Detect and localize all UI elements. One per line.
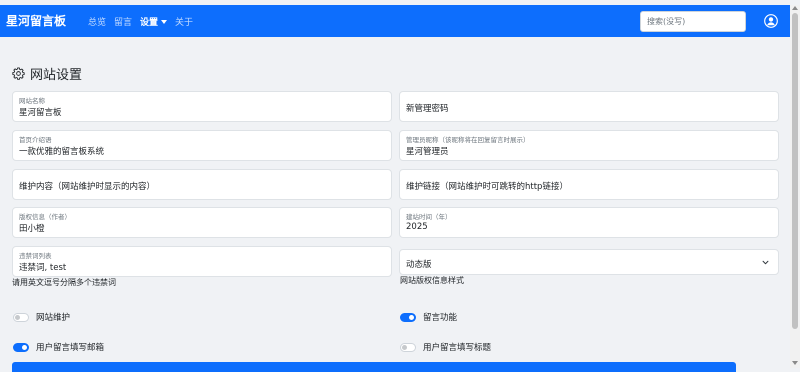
scroll-up-icon[interactable] [792, 6, 798, 10]
comment-enabled-switch[interactable] [400, 312, 416, 322]
site-name-label: 网站名称 [19, 97, 45, 105]
site-maintenance-switch[interactable] [13, 312, 29, 322]
maintenance-link-field[interactable]: 维护链接（网站维护时可跳转的http链接） [399, 169, 779, 200]
banned-words-help: 请用英文逗号分隔多个违禁词 [12, 278, 116, 287]
copyright-label: 版权信息（作者） [19, 213, 71, 221]
home-intro-field[interactable]: 首页介绍语 一款优雅的留言板系统 [12, 130, 392, 161]
site-name-field[interactable]: 网站名称 星河留言板 [12, 91, 392, 122]
require-email-label: 用户留言填写邮箱 [36, 343, 105, 353]
scrollbar-thumb[interactable] [792, 13, 798, 329]
maintenance-link-placeholder: 维护链接（网站维护时可跳转的http链接） [406, 182, 568, 192]
nav-link-overview[interactable]: 总览 [88, 15, 106, 28]
copyright-style-help: 网站版权信息样式 [400, 276, 464, 285]
switch-knob [15, 314, 20, 320]
top-navbar: 星河留言板 总览 留言 设置 关于 [0, 5, 790, 37]
switch-knob [22, 344, 27, 350]
require-title-switch[interactable] [400, 342, 416, 352]
maintenance-content-field[interactable]: 维护内容（网站维护时显示的内容） [12, 169, 392, 200]
copyright-style-select[interactable]: 动态版 [399, 249, 779, 275]
switch-knob [409, 314, 414, 320]
save-settings-button[interactable] [12, 362, 736, 372]
home-intro-label: 首页介绍语 [19, 136, 52, 144]
search-input[interactable] [640, 11, 746, 32]
comment-enabled-toggle-row: 留言功能 [400, 311, 457, 323]
nav-link-settings-label: 设置 [140, 18, 159, 28]
comment-enabled-label: 留言功能 [423, 313, 458, 323]
require-email-toggle-row: 用户留言填写邮箱 [13, 341, 104, 353]
page-title-text: 网站设置 [30, 68, 83, 83]
require-title-label: 用户留言填写标题 [423, 343, 492, 353]
new-password-placeholder: 新管理密码 [406, 104, 449, 114]
caret-down-icon [161, 20, 168, 24]
page-title: 网站设置 [12, 64, 82, 83]
site-maintenance-toggle-row: 网站维护 [13, 311, 70, 323]
admin-nickname-field[interactable]: 管理员昵称（该昵称将在回复留言时展示） 星河管理员 [399, 130, 779, 161]
build-year-field[interactable]: 建站时间（年） 2025 [399, 207, 779, 238]
gear-icon [12, 67, 25, 80]
page-scrollbar[interactable] [790, 5, 800, 368]
nav-links: 总览 留言 设置 关于 [88, 15, 193, 28]
user-circle-icon[interactable] [764, 14, 778, 28]
chevron-down-icon [762, 260, 769, 265]
copyright-style-selected: 动态版 [406, 260, 432, 270]
new-password-field[interactable]: 新管理密码 [399, 91, 779, 122]
switch-knob [402, 344, 407, 350]
admin-nickname-label: 管理员昵称（该昵称将在回复留言时展示） [406, 136, 530, 144]
build-year-label: 建站时间（年） [406, 213, 452, 221]
copyright-value: 田小橙 [19, 224, 45, 234]
build-year-value: 2025 [406, 222, 428, 232]
admin-nickname-value: 星河管理员 [406, 147, 449, 157]
require-email-switch[interactable] [13, 342, 29, 352]
banned-words-field[interactable]: 违禁词列表 违禁词, test [12, 246, 392, 277]
maintenance-content-placeholder: 维护内容（网站维护时显示的内容） [19, 182, 156, 192]
brand-title[interactable]: 星河留言板 [6, 12, 66, 29]
scroll-down-icon[interactable] [792, 361, 798, 365]
nav-link-messages[interactable]: 留言 [114, 15, 132, 28]
banned-words-value: 违禁词, test [19, 263, 67, 273]
nav-link-settings-dropdown[interactable]: 设置 [140, 15, 168, 28]
banned-words-label: 违禁词列表 [19, 252, 52, 260]
copyright-field[interactable]: 版权信息（作者） 田小橙 [12, 207, 392, 238]
site-name-value: 星河留言板 [19, 108, 62, 118]
nav-link-about[interactable]: 关于 [175, 15, 193, 28]
require-title-toggle-row: 用户留言填写标题 [400, 341, 491, 353]
home-intro-value: 一款优雅的留言板系统 [19, 147, 105, 157]
site-maintenance-label: 网站维护 [36, 313, 71, 323]
